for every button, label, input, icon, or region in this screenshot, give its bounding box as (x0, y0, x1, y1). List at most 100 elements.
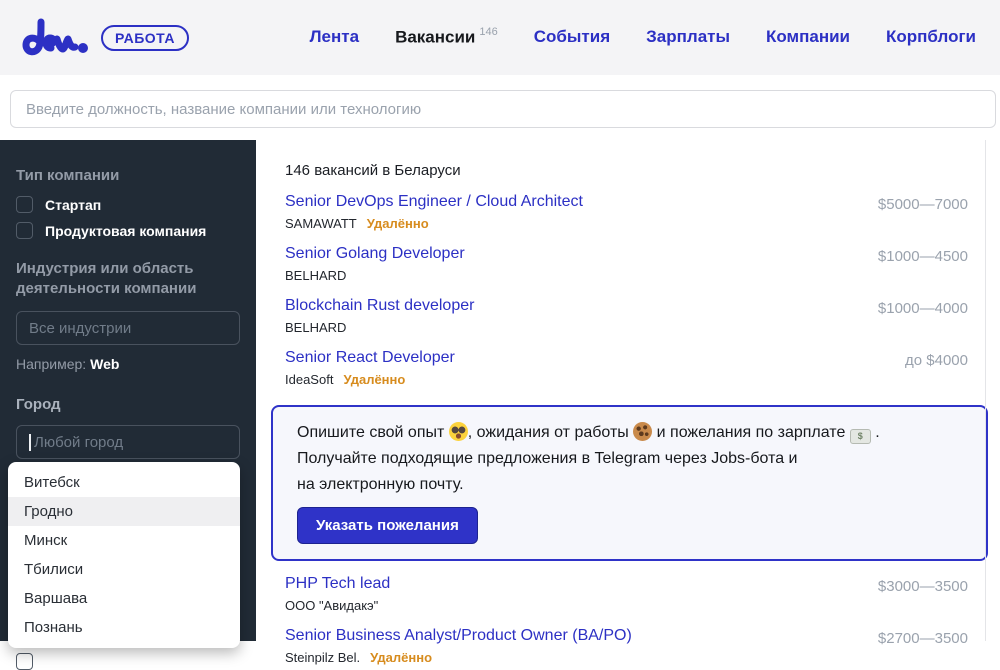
company-type-option[interactable]: Продуктовая компания (16, 222, 240, 239)
job-company: BELHARD (285, 268, 346, 283)
job-meta: SAMAWATT Удалённо (285, 216, 583, 231)
city-box: Любой город ВитебскГродноМинскТбилисиВар… (16, 425, 240, 459)
cookie-emoji (633, 422, 652, 441)
checkbox[interactable] (16, 653, 33, 670)
job-row: Senior DevOps Engineer / Cloud Architect… (285, 193, 968, 231)
jobs-bot-banner: Опишите свой опыт , ожидания от работы и… (271, 405, 988, 561)
search-input[interactable] (10, 90, 996, 128)
city-placeholder: Любой город (34, 434, 123, 451)
dev-logo[interactable]: РАБОТА (20, 15, 189, 61)
industry-label: Индустрия или область деятельности компа… (16, 259, 240, 299)
job-title-link[interactable]: PHP Tech lead (285, 575, 390, 593)
job-salary: $2700—3500 (878, 627, 968, 647)
job-meta: IdeaSoft Удалённо (285, 372, 455, 387)
company-type-label: Тип компании (16, 166, 240, 186)
city-dropdown-item[interactable]: Варшава (8, 584, 240, 613)
company-type-section: Тип компании Стартап Продуктовая компания (16, 166, 240, 239)
city-dropdown-item[interactable]: Витебск (8, 468, 240, 497)
nav-item-3[interactable]: События (534, 27, 610, 47)
nav-item-5[interactable]: Компании (766, 27, 850, 47)
nav-item-count: 146 (479, 26, 497, 38)
banner-text-segment: и пожелания по зарплате (652, 424, 850, 441)
logo-rabota-badge: РАБОТА (101, 25, 189, 51)
company-size-option[interactable]: 10—50 (16, 653, 240, 670)
nav-item-6[interactable]: Корпблоги (886, 27, 976, 47)
job-info: Blockchain Rust developer BELHARD (285, 297, 474, 335)
banner-text-segment: . (871, 424, 880, 441)
nav-item-label: Лента (310, 27, 359, 46)
set-preferences-button[interactable]: Указать пожелания (297, 507, 478, 544)
job-row: PHP Tech lead ООО "Авидакэ" $3000—3500 (285, 575, 968, 613)
job-info: Senior Business Analyst/Product Owner (B… (285, 627, 632, 665)
nav-item-2[interactable]: Вакансии 146 (395, 27, 498, 48)
job-title-link[interactable]: Blockchain Rust developer (285, 297, 474, 315)
city-input[interactable]: Любой город (16, 425, 240, 459)
job-info: PHP Tech lead ООО "Авидакэ" (285, 575, 390, 613)
industry-hint-label: Например: (16, 356, 86, 372)
job-row: Senior Business Analyst/Product Owner (B… (285, 627, 968, 665)
job-company: IdeaSoft (285, 372, 333, 387)
city-dropdown-item[interactable]: Гродно (8, 497, 240, 526)
company-type-option[interactable]: Стартап (16, 196, 240, 213)
banner-text-segment: Опишите свой опыт (297, 424, 449, 441)
banner-line-2: Получайте подходящие предложения в Teleg… (297, 446, 962, 472)
city-label: Город (16, 395, 240, 415)
nav-item-1[interactable]: Лента (310, 27, 359, 47)
search-bar (0, 75, 1000, 140)
nerd-face-emoji (449, 422, 468, 441)
job-salary: $1000—4500 (878, 245, 968, 265)
city-dropdown-item[interactable]: Минск (8, 526, 240, 555)
job-row: Senior React Developer IdeaSoft Удалённо до… (285, 349, 968, 387)
job-meta: BELHARD (285, 268, 465, 283)
checkbox[interactable] (16, 196, 33, 213)
checkbox-label: 10—50 (45, 654, 90, 670)
job-company: SAMAWATT (285, 216, 357, 231)
job-row: Senior Golang Developer BELHARD $1000—4500 (285, 245, 968, 283)
job-salary: $3000—3500 (878, 575, 968, 595)
nav-item-label: Компании (766, 27, 850, 46)
city-dropdown-item[interactable]: Познань (8, 613, 240, 642)
job-remote-badge: Удалённо (343, 372, 405, 387)
checkbox[interactable] (16, 222, 33, 239)
job-row: Blockchain Rust developer BELHARD $1000—40… (285, 297, 968, 335)
text-caret (29, 434, 31, 451)
job-salary: $5000—7000 (878, 193, 968, 213)
city-section: Город Любой город ВитебскГродноМинскТбил… (16, 395, 240, 459)
job-remote-badge: Удалённо (370, 650, 432, 665)
job-title-link[interactable]: Senior DevOps Engineer / Cloud Architect (285, 193, 583, 211)
job-company: BELHARD (285, 320, 346, 335)
banner-text-segment: , ожидания от работы (468, 424, 633, 441)
checkbox-label: Продуктовая компания (45, 223, 206, 239)
industry-section: Индустрия или область деятельности компа… (16, 259, 240, 372)
industry-input[interactable] (16, 311, 240, 345)
nav-item-4[interactable]: Зарплаты (646, 27, 730, 47)
job-salary: $1000—4000 (878, 297, 968, 317)
banner-line-1: Опишите свой опыт , ожидания от работы и… (297, 420, 962, 446)
jobs-list-bottom: PHP Tech lead ООО "Авидакэ" $3000—3500 Seni… (285, 575, 968, 665)
header: РАБОТА Лента Вакансии 146 События Зарплаты Ко… (0, 0, 1000, 75)
job-title-link[interactable]: Senior Business Analyst/Product Owner (B… (285, 627, 632, 645)
results-title: 146 вакансий в Беларуси (285, 162, 968, 179)
nav-item-label: Зарплаты (646, 27, 730, 46)
nav-item-label: Корпблоги (886, 27, 976, 46)
checkbox-label: Стартап (45, 197, 101, 213)
company-type-options: Стартап Продуктовая компания (16, 196, 240, 239)
industry-hint-value: Web (90, 356, 119, 372)
job-meta: Steinpilz Bel. Удалённо (285, 650, 632, 665)
city-dropdown-item[interactable]: Тбилиси (8, 555, 240, 584)
job-meta: BELHARD (285, 320, 474, 335)
job-salary: до $4000 (905, 349, 968, 369)
city-dropdown: ВитебскГродноМинскТбилисиВаршаваПознань (8, 462, 240, 648)
money-banknote-emoji (850, 429, 871, 444)
job-info: Senior DevOps Engineer / Cloud Architect… (285, 193, 583, 231)
job-meta: ООО "Авидакэ" (285, 598, 390, 613)
job-title-link[interactable]: Senior Golang Developer (285, 245, 465, 263)
filters-sidebar: Тип компании Стартап Продуктовая компания… (0, 140, 256, 641)
content-right-divider (985, 140, 986, 641)
industry-hint: Например:Web (16, 356, 240, 372)
job-company: Steinpilz Bel. (285, 650, 360, 665)
job-remote-badge: Удалённо (367, 216, 429, 231)
nav-item-label: Вакансии (395, 28, 475, 47)
job-info: Senior Golang Developer BELHARD (285, 245, 465, 283)
job-title-link[interactable]: Senior React Developer (285, 349, 455, 367)
